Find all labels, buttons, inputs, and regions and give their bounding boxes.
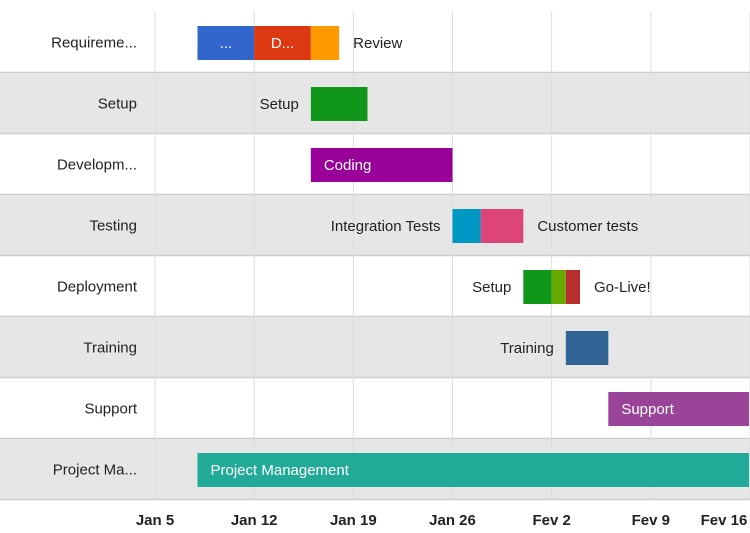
task-label: Support	[621, 401, 674, 418]
x-tick-label: Jan 26	[429, 512, 476, 529]
task-bar[interactable]	[551, 270, 566, 304]
task-bar[interactable]	[565, 270, 580, 304]
task-bar[interactable]	[565, 331, 609, 365]
x-tick-label: Fev 16	[701, 512, 748, 529]
task-label: Review	[353, 35, 402, 52]
row-label: Developm...	[57, 157, 137, 174]
row-label: Deployment	[57, 279, 138, 296]
task-label: Training	[500, 340, 554, 357]
task-label: Customer tests	[537, 218, 638, 235]
task-label: Go-Live!	[594, 279, 651, 296]
row-label: Setup	[98, 96, 137, 113]
task-label: Setup	[472, 279, 511, 296]
row-label: Support	[84, 401, 137, 418]
task-bar[interactable]	[310, 87, 368, 121]
task-bar[interactable]	[523, 270, 552, 304]
x-tick-label: Fev 9	[632, 512, 670, 529]
x-tick-label: Jan 12	[231, 512, 278, 529]
task-label: ...	[220, 35, 233, 52]
task-bar[interactable]	[452, 209, 481, 243]
x-tick-label: Jan 5	[136, 512, 174, 529]
row-label: Testing	[89, 218, 137, 235]
task-label: Setup	[260, 96, 299, 113]
row-label: Training	[83, 340, 137, 357]
task-label: Integration Tests	[331, 218, 441, 235]
task-label: Coding	[324, 157, 372, 174]
x-tick-label: Fev 2	[532, 512, 570, 529]
task-label: D...	[271, 35, 294, 52]
task-bar[interactable]	[310, 26, 340, 60]
task-label: Project Management	[211, 462, 350, 479]
task-bar[interactable]	[480, 209, 524, 243]
row-label: Requireme...	[51, 35, 137, 52]
gantt-chart: ... D... Review Setup Coding Integration Test…	[0, 12, 750, 529]
row-label: Project Ma...	[53, 462, 137, 479]
x-axis-ticks: Jan 5 Jan 12 Jan 19 Jan 26 Fev 2 Fev 9 Fev 16	[136, 512, 748, 529]
x-tick-label: Jan 19	[330, 512, 377, 529]
